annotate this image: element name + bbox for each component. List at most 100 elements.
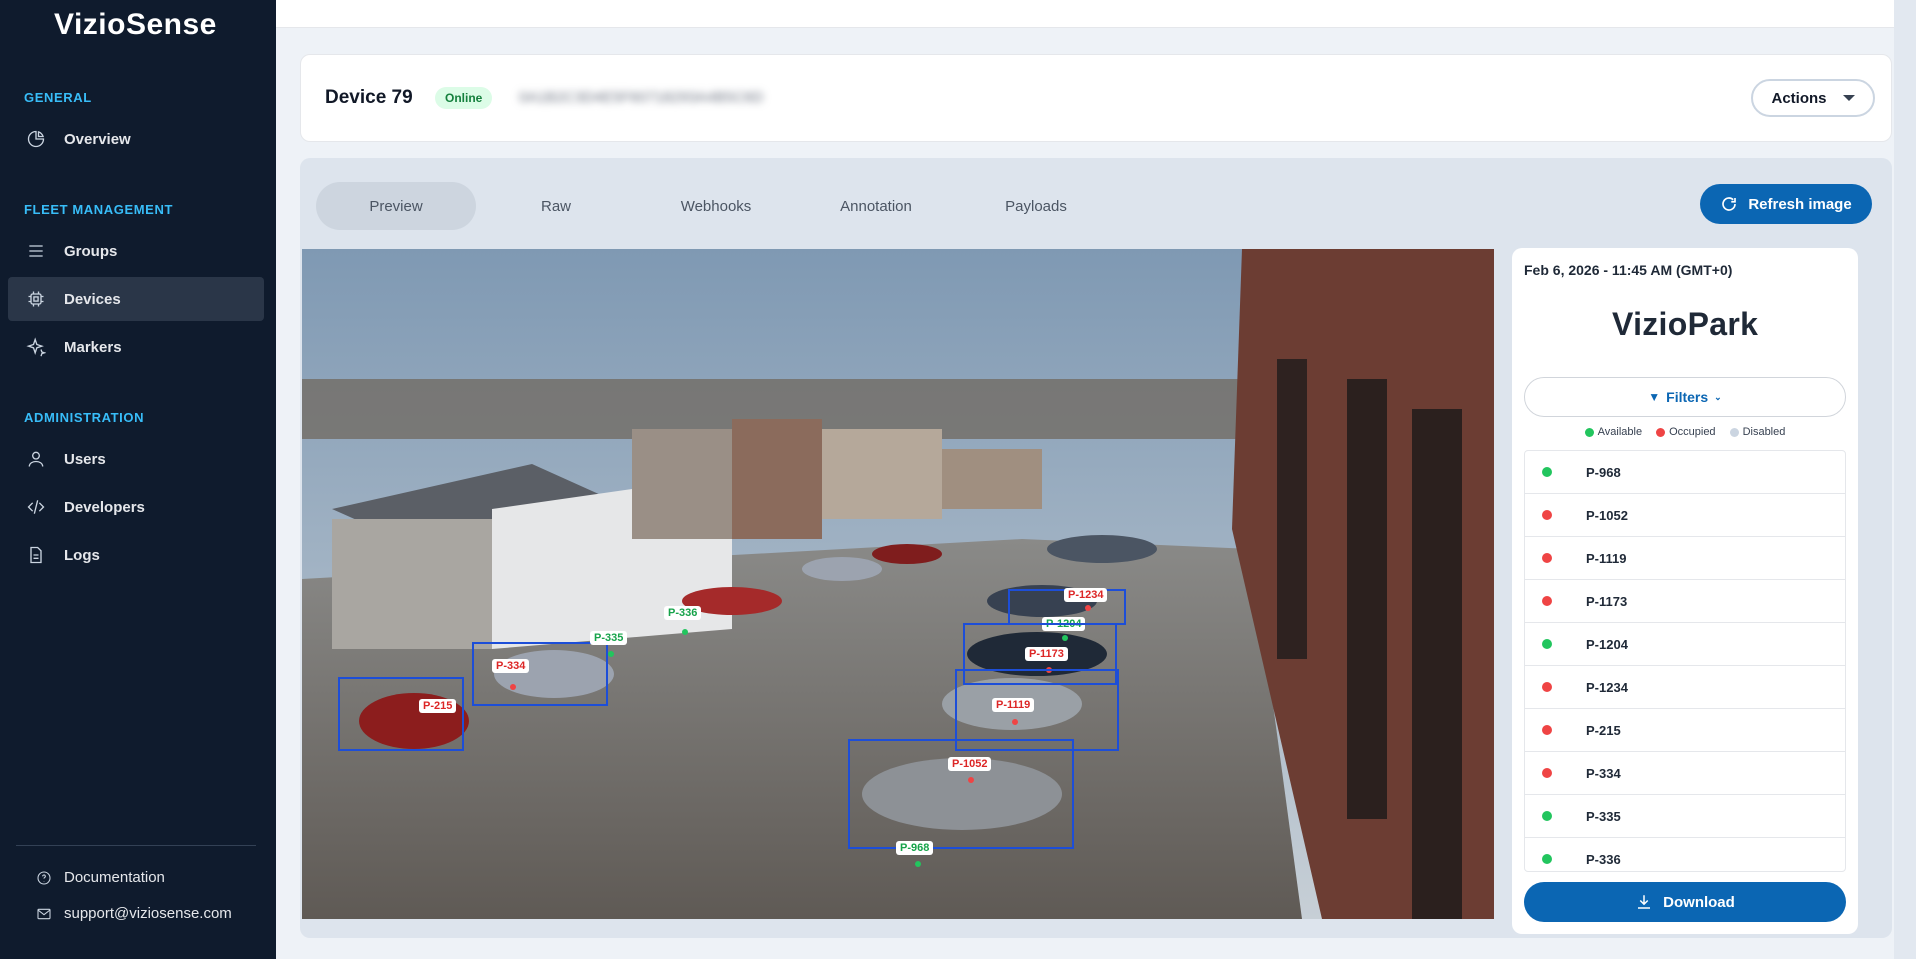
detection-label: P-968	[896, 841, 934, 855]
status-dot-icon	[1542, 553, 1552, 563]
chip-icon	[28, 291, 44, 307]
status-dot-icon	[1542, 854, 1552, 864]
legend-label: Occupied	[1669, 426, 1716, 438]
detection-label: P-1234	[1064, 588, 1108, 602]
scrollbar[interactable]	[1894, 0, 1916, 959]
documentation-link[interactable]: Documentation	[36, 869, 165, 886]
detection-box-p-334[interactable]	[472, 642, 608, 706]
detection-box-p-1052[interactable]	[848, 739, 1074, 849]
documentation-label: Documentation	[64, 869, 165, 886]
legend-label: Disabled	[1742, 426, 1786, 438]
file-icon	[30, 546, 42, 564]
detection-label: P-335	[590, 631, 628, 645]
status-dot-icon	[1542, 725, 1552, 735]
brand-logo[interactable]: VizioSense	[54, 8, 217, 42]
spot-label: P-336	[1586, 851, 1621, 867]
spot-label: P-215	[1586, 722, 1621, 738]
sidebar: VizioSense GENERAL Overview FLEET MANAGE…	[0, 0, 276, 959]
spot-label: P-334	[1586, 765, 1621, 781]
detection-label: P-1173	[1025, 647, 1068, 661]
section-general: GENERAL	[24, 90, 92, 105]
list-item[interactable]: P-336	[1525, 838, 1845, 871]
sidebar-item-label: Groups	[64, 242, 118, 260]
detection-label: P-1119	[992, 698, 1035, 712]
sidebar-item-overview[interactable]: Overview	[8, 117, 264, 161]
sidebar-item-logs[interactable]: Logs	[8, 533, 264, 577]
help-circle-icon	[37, 870, 51, 885]
detection-dot	[682, 629, 688, 635]
detection-box-p-215[interactable]	[338, 677, 464, 751]
list-item[interactable]: P-335	[1525, 795, 1845, 838]
detection-dot	[608, 651, 614, 657]
download-button[interactable]: Download	[1524, 882, 1846, 922]
disabled-dot-icon	[1729, 427, 1739, 437]
legend-occupied: Occupied	[1656, 426, 1716, 438]
spot-label: P-1119	[1586, 550, 1627, 566]
legend-disabled: Disabled	[1729, 426, 1786, 438]
detection-label: P-215	[419, 699, 457, 713]
tab-webhooks[interactable]: Webhooks	[636, 182, 796, 230]
refresh-icon	[1722, 197, 1737, 211]
actions-dropdown-button[interactable]: Actions	[1751, 79, 1875, 117]
spot-label: P-968	[1586, 464, 1621, 480]
code-icon	[27, 500, 45, 514]
list-item[interactable]: P-1234	[1525, 666, 1845, 709]
sidebar-item-users[interactable]: Users	[8, 437, 264, 481]
device-title: Device 79	[325, 87, 413, 108]
list-item[interactable]: P-1173	[1525, 580, 1845, 623]
tab-preview[interactable]: Preview	[316, 182, 476, 230]
status-dot-icon	[1542, 510, 1552, 520]
filters-label: Filters	[1666, 389, 1709, 405]
chevron-down-icon: ⌄	[1714, 391, 1722, 402]
status-dot-icon	[1542, 639, 1552, 649]
tab-annotation[interactable]: Annotation	[796, 182, 956, 230]
detection-dot	[510, 684, 516, 690]
sidebar-item-groups[interactable]: Groups	[8, 229, 264, 273]
sidebar-item-label: Developers	[64, 498, 145, 516]
refresh-label: Refresh image	[1748, 195, 1852, 213]
legend-label: Available	[1597, 426, 1643, 438]
device-id-blurred: 0A1B2C3D4E5F60718293A4B5C6D	[519, 89, 764, 106]
legend-available: Available	[1584, 426, 1643, 438]
download-label: Download	[1663, 893, 1735, 911]
sidebar-item-label: Overview	[64, 130, 131, 148]
status-dot-icon	[1542, 467, 1552, 477]
parking-spots-panel: Feb 6, 2026 - 11:45 AM (GMT+0) VizioPark…	[1512, 248, 1858, 934]
list-item[interactable]: P-334	[1525, 752, 1845, 795]
list-icon	[29, 245, 43, 257]
tab-bar: Preview Raw Webhooks Annotation Payloads	[316, 182, 1116, 230]
support-email-label: support@viziosense.com	[64, 905, 232, 922]
detection-dot	[1085, 605, 1091, 611]
actions-label: Actions	[1771, 89, 1827, 107]
available-dot-icon	[1584, 427, 1594, 437]
list-item[interactable]: P-1119	[1525, 537, 1845, 580]
support-email-link[interactable]: support@viziosense.com	[36, 905, 232, 922]
sidebar-item-label: Users	[64, 450, 106, 468]
spot-list[interactable]: P-968 P-1052 P-1119 P-1173 P-1204 P-1234…	[1524, 450, 1846, 872]
status-dot-icon	[1542, 682, 1552, 692]
filters-button[interactable]: ▼ Filters ⌄	[1524, 377, 1846, 417]
list-item[interactable]: P-968	[1525, 451, 1845, 494]
sidebar-item-label: Logs	[64, 546, 100, 564]
status-legend: Available Occupied Disabled	[1512, 426, 1858, 438]
refresh-image-button[interactable]: Refresh image	[1700, 184, 1872, 224]
sidebar-item-markers[interactable]: Markers	[8, 325, 264, 369]
spot-label: P-1052	[1586, 507, 1628, 523]
sidebar-item-label: Devices	[64, 290, 121, 308]
sidebar-item-developers[interactable]: Developers	[8, 485, 264, 529]
camera-preview-image: P-215 P-334 P-335 P-336 P-1234 P-1204 P-…	[302, 249, 1494, 919]
device-header-card: Device 79 Online 0A1B2C3D4E5F60718293A4B…	[300, 54, 1892, 142]
detection-dot	[915, 861, 921, 867]
tab-payloads[interactable]: Payloads	[956, 182, 1116, 230]
sparkle-icon	[26, 337, 46, 357]
sidebar-divider	[16, 845, 256, 846]
list-item[interactable]: P-1204	[1525, 623, 1845, 666]
section-fleet-management: FLEET MANAGEMENT	[24, 202, 173, 217]
section-administration: ADMINISTRATION	[24, 410, 145, 425]
detection-dot	[1012, 719, 1018, 725]
sidebar-item-devices[interactable]: Devices	[8, 277, 264, 321]
list-item[interactable]: P-215	[1525, 709, 1845, 752]
spot-label: P-1204	[1586, 636, 1628, 652]
tab-raw[interactable]: Raw	[476, 182, 636, 230]
list-item[interactable]: P-1052	[1525, 494, 1845, 537]
